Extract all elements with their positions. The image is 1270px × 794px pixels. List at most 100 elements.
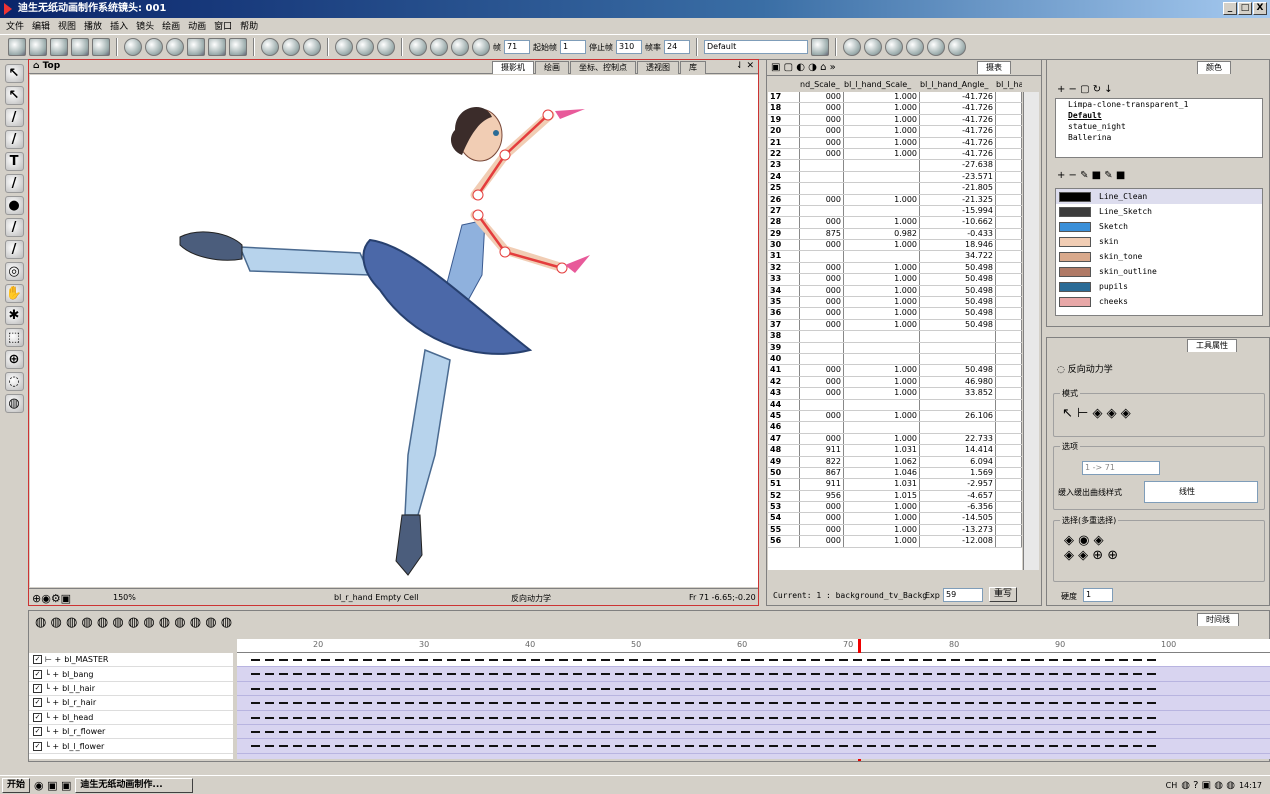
cell-value[interactable]: 000	[800, 365, 844, 376]
cell-value[interactable]: 1.000	[844, 308, 920, 319]
frame-number[interactable]: 44	[768, 399, 800, 410]
cell-value[interactable]	[996, 194, 1022, 205]
dropper-icon[interactable]: /	[4, 240, 24, 259]
frame-grid[interactable]	[237, 653, 1270, 759]
cell-value[interactable]: 000	[800, 194, 844, 205]
tab-drawing[interactable]: 绘画	[535, 61, 569, 74]
frame-number[interactable]: 27	[768, 205, 800, 217]
frame-number[interactable]: 43	[768, 388, 800, 399]
cell-value[interactable]	[800, 171, 844, 183]
frame-number[interactable]: 51	[768, 479, 800, 490]
cell-value[interactable]	[996, 114, 1022, 126]
cell-value[interactable]	[844, 171, 920, 183]
xsheet-row[interactable]: 46	[768, 422, 1022, 434]
multi-select-icons[interactable]: ◈ ◉ ◈ ◈ ◈ ⊕ ⊕	[1064, 533, 1118, 563]
quick-launch-icons[interactable]: ◉ ▣ ▣	[34, 779, 71, 792]
sound-scrub-icon[interactable]	[472, 38, 490, 56]
cell-value[interactable]: -21.805	[920, 183, 996, 194]
xsheet-row[interactable]: 20 000 1.000 -41.726	[768, 126, 1022, 138]
cell-value[interactable]	[996, 217, 1022, 228]
morph-icon[interactable]: ◍	[4, 394, 24, 413]
close-button[interactable]: X	[1253, 2, 1267, 15]
palette-item[interactable]: statue_night	[1056, 121, 1262, 132]
cell-value[interactable]	[996, 274, 1022, 285]
frame-number[interactable]: 40	[768, 353, 800, 365]
frame-number[interactable]: 52	[768, 490, 800, 502]
cell-value[interactable]: 1.000	[844, 410, 920, 422]
cell-value[interactable]: 34.722	[920, 251, 996, 262]
tab-color[interactable]: 颜色	[1197, 61, 1231, 74]
frame-row[interactable]	[237, 696, 1270, 711]
frame-number[interactable]: 23	[768, 160, 800, 171]
ik-joint-elbow-top[interactable]	[499, 149, 511, 161]
layer-visible-checkbox[interactable]: ✓	[33, 683, 42, 693]
cell-value[interactable]	[800, 160, 844, 171]
open-icon[interactable]	[29, 38, 47, 56]
cell-value[interactable]: 18.946	[920, 240, 996, 251]
frame-row[interactable]	[237, 682, 1270, 697]
cell-value[interactable]: 50.498	[920, 365, 996, 376]
layer-visible-checkbox[interactable]: ✓	[33, 712, 42, 722]
onion-skin-icon[interactable]	[261, 38, 279, 56]
frame-number[interactable]: 18	[768, 103, 800, 114]
frame-field[interactable]: 71	[504, 40, 530, 54]
start-button[interactable]: 开始	[2, 777, 31, 793]
cell-value[interactable]: 1.000	[844, 274, 920, 285]
cell-value[interactable]: 1.000	[844, 194, 920, 205]
layer-row[interactable]: ✓ └ + bl_r_hair	[29, 696, 233, 711]
cell-value[interactable]	[800, 183, 844, 194]
line-icon[interactable]: /	[4, 218, 24, 237]
cell-value[interactable]	[800, 399, 844, 410]
cell-value[interactable]	[996, 205, 1022, 217]
xsheet-row[interactable]: 38	[768, 331, 1022, 343]
xsheet-row[interactable]: 47 000 1.000 22.733	[768, 433, 1022, 446]
cell-value[interactable]	[996, 422, 1022, 433]
onion-next-icon[interactable]	[303, 38, 321, 56]
cell-value[interactable]	[800, 205, 844, 217]
scene-settings-icon[interactable]	[811, 38, 829, 56]
cell-value[interactable]	[996, 92, 1022, 103]
cell-value[interactable]: 1.031	[844, 445, 920, 456]
cell-value[interactable]: 46.980	[920, 376, 996, 388]
cut-icon[interactable]	[166, 38, 184, 56]
cell-value[interactable]: 000	[800, 114, 844, 126]
cell-value[interactable]: -13.273	[920, 524, 996, 536]
cell-value[interactable]	[996, 251, 1022, 262]
cell-value[interactable]	[996, 160, 1022, 171]
cell-value[interactable]	[996, 365, 1022, 376]
column-header[interactable]: nd_Scale_	[800, 80, 844, 92]
palette-list[interactable]: Limpa-clone-transparent_1 Default statue…	[1055, 98, 1263, 158]
xsheet-row[interactable]: 26 000 1.000 -21.325	[768, 194, 1022, 206]
xsheet-row[interactable]: 37 000 1.000 50.498	[768, 319, 1022, 332]
cell-value[interactable]	[996, 490, 1022, 502]
cell-value[interactable]: 000	[800, 308, 844, 319]
cell-value[interactable]: -0.433	[920, 228, 996, 240]
frame-number[interactable]: 48	[768, 445, 800, 456]
cell-value[interactable]: -41.726	[920, 103, 996, 114]
animate-icon[interactable]: ✱	[4, 306, 24, 325]
layer-row[interactable]: ✓ └ + bl_head	[29, 711, 233, 725]
scene-select[interactable]: Default	[704, 40, 808, 54]
xsheet-row[interactable]: 19 000 1.000 -41.726	[768, 114, 1022, 127]
delete-icon[interactable]	[229, 38, 247, 56]
xsheet-row[interactable]: 55 000 1.000 -13.273	[768, 524, 1022, 537]
cell-value[interactable]: 1.000	[844, 388, 920, 399]
xsheet-row[interactable]: 45 000 1.000 26.106	[768, 410, 1022, 423]
frame-number[interactable]: 34	[768, 285, 800, 297]
ik-joint-shoulder-top[interactable]	[472, 189, 484, 201]
frame-number[interactable]: 30	[768, 240, 800, 251]
cell-value[interactable]: 000	[800, 262, 844, 274]
cell-value[interactable]: 26.106	[920, 410, 996, 422]
cell-value[interactable]	[800, 331, 844, 342]
cell-value[interactable]: 000	[800, 103, 844, 114]
frame-number[interactable]: 55	[768, 524, 800, 536]
frame-rate-field[interactable]: 24	[664, 40, 690, 54]
timeline-ruler[interactable]: 20 30 40 50 60 70 80 90 100	[237, 639, 1270, 653]
xsheet-row[interactable]: 30 000 1.000 18.946	[768, 240, 1022, 252]
xsheet-row[interactable]: 36 000 1.000 50.498	[768, 308, 1022, 320]
cell-value[interactable]: -14.505	[920, 513, 996, 524]
start-frame-field[interactable]: 1	[560, 40, 586, 54]
cell-value[interactable]: 000	[800, 536, 844, 547]
swatch-item[interactable]: skin_tone	[1056, 249, 1262, 264]
layer-visible-checkbox[interactable]: ✓	[33, 669, 42, 679]
